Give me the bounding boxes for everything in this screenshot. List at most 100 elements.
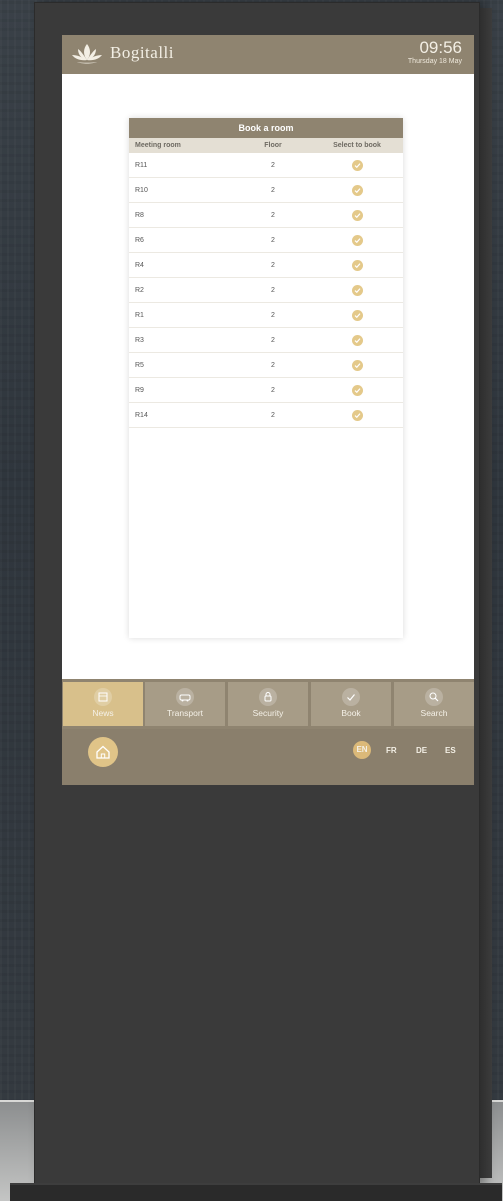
room-floor: 2 (271, 311, 275, 319)
check-icon (354, 337, 360, 343)
table-row: R14 2 (129, 403, 403, 428)
check-icon (354, 312, 360, 318)
room-name: R2 (135, 286, 144, 294)
table-title: Book a room (129, 118, 403, 138)
check-icon (354, 262, 360, 268)
lang-en[interactable]: EN (353, 741, 371, 759)
table-row: R6 2 (129, 228, 403, 253)
table-row: R3 2 (129, 328, 403, 353)
room-name: R14 (135, 411, 148, 419)
select-cell (311, 409, 403, 421)
select-room-button[interactable] (351, 334, 363, 346)
table-row: R9 2 (129, 378, 403, 403)
nav-search[interactable]: Search (394, 682, 474, 726)
select-room-button[interactable] (351, 159, 363, 171)
room-name: R6 (135, 236, 144, 244)
room-name: R5 (135, 361, 144, 369)
room-floor: 2 (271, 361, 275, 369)
select-cell (311, 234, 403, 246)
check-icon (354, 162, 360, 168)
nav-book-label: Book (341, 708, 361, 718)
nav-book[interactable]: Book (311, 682, 391, 726)
nav-news[interactable]: News (63, 682, 143, 726)
brand-name: Bogitalli (110, 43, 174, 62)
check-icon (354, 212, 360, 218)
header-floor: Floor (264, 142, 282, 149)
nav-security[interactable]: Security (228, 682, 308, 726)
select-room-button[interactable] (351, 184, 363, 196)
room-floor: 2 (271, 211, 275, 219)
nav-transport-label: Transport (166, 708, 204, 718)
room-name: R10 (135, 186, 148, 194)
select-room-button[interactable] (351, 284, 363, 296)
room-floor: 2 (271, 261, 275, 269)
room-floor: 2 (271, 286, 275, 294)
select-cell (311, 184, 403, 196)
lang-es[interactable]: ES (445, 746, 456, 755)
room-floor: 2 (271, 236, 275, 244)
select-cell (311, 159, 403, 171)
bottom-nav: News Transport Security Book Search (62, 679, 474, 729)
check-icon (354, 387, 360, 393)
search-icon (425, 688, 443, 706)
room-floor: 2 (271, 411, 275, 419)
nav-transport[interactable]: Transport (145, 682, 225, 726)
select-cell (311, 259, 403, 271)
select-room-button[interactable] (351, 209, 363, 221)
room-name: R8 (135, 211, 144, 219)
home-icon (96, 745, 110, 759)
check-icon (342, 688, 360, 706)
select-room-button[interactable] (351, 359, 363, 371)
nav-search-label: Search (420, 708, 448, 718)
table-body: R11 2 R10 2 R8 2 R6 2 R4 2 R2 2 R1 2 R3 2 R5 2 R9 2 R14 2 (129, 153, 403, 428)
lang-de[interactable]: DE (416, 746, 427, 755)
kiosk-screen: Bogitalli 09:56 Thursday 18 May Book a r… (62, 35, 474, 785)
lotus-logo-icon (72, 44, 102, 64)
select-cell (311, 359, 403, 371)
lang-fr[interactable]: FR (386, 746, 397, 755)
select-cell (311, 209, 403, 221)
room-floor: 2 (271, 186, 275, 194)
table-row: R4 2 (129, 253, 403, 278)
select-room-button[interactable] (351, 234, 363, 246)
check-icon (354, 187, 360, 193)
table-row: R1 2 (129, 303, 403, 328)
check-icon (354, 362, 360, 368)
select-room-button[interactable] (351, 409, 363, 421)
table-row: R2 2 (129, 278, 403, 303)
room-name: R9 (135, 386, 144, 394)
select-cell (311, 309, 403, 321)
home-button[interactable] (88, 737, 118, 767)
transport-icon (176, 688, 194, 706)
room-floor: 2 (271, 161, 275, 169)
booking-table-card: Book a room Meeting room Floor Select to… (129, 118, 403, 638)
select-room-button[interactable] (351, 309, 363, 321)
footer-bar: EN FR DE ES (62, 729, 474, 785)
security-icon (259, 688, 277, 706)
nav-news-label: News (92, 708, 114, 718)
clock-time: 09:56 (419, 38, 462, 57)
calendar-icon (94, 688, 112, 706)
select-cell (311, 384, 403, 396)
kiosk-base (10, 1183, 502, 1201)
header-meeting-room: Meeting room (135, 142, 181, 149)
table-row: R5 2 (129, 353, 403, 378)
top-bar: Bogitalli 09:56 Thursday 18 May (62, 35, 474, 74)
room-name: R1 (135, 311, 144, 319)
room-floor: 2 (271, 336, 275, 344)
check-icon (354, 287, 360, 293)
table-row: R11 2 (129, 153, 403, 178)
select-room-button[interactable] (351, 384, 363, 396)
header-select: Select to book (333, 142, 381, 149)
table-header: Meeting room Floor Select to book (129, 138, 403, 153)
room-name: R4 (135, 261, 144, 269)
check-icon (354, 237, 360, 243)
nav-security-label: Security (252, 708, 284, 718)
table-row: R10 2 (129, 178, 403, 203)
check-icon (354, 412, 360, 418)
clock-date: Thursday 18 May (407, 58, 462, 65)
room-name: R3 (135, 336, 144, 344)
room-name: R11 (135, 161, 148, 169)
select-room-button[interactable] (351, 259, 363, 271)
select-cell (311, 284, 403, 296)
